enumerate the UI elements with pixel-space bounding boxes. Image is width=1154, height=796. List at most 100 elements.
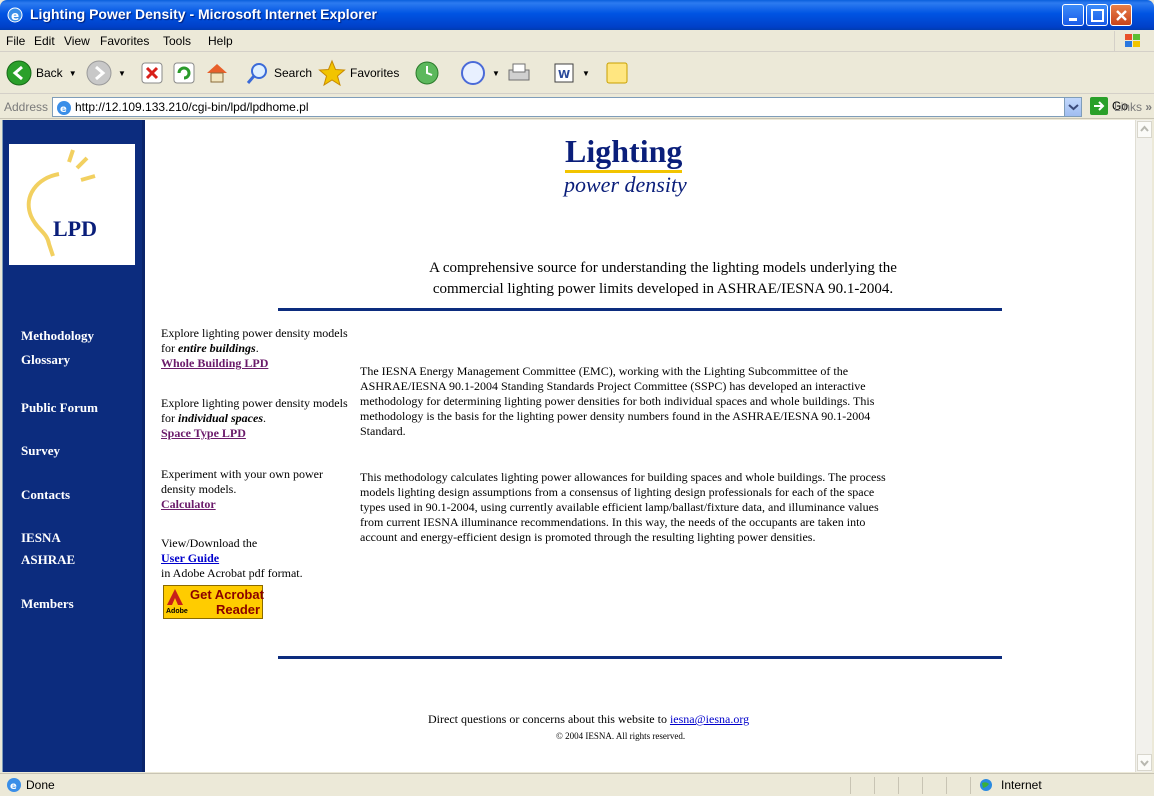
forward-button[interactable]: ▼	[86, 52, 126, 94]
svg-text:W: W	[558, 68, 570, 81]
acrobat-line-1: Get Acrobat	[190, 587, 264, 602]
close-button[interactable]	[1110, 4, 1132, 26]
home-icon	[207, 64, 227, 83]
brand-subtitle: power density	[564, 172, 687, 197]
divider-top	[278, 308, 1002, 311]
toolbar: Back ▼ ▼ Search Favorites ▼ W ▼	[0, 52, 1154, 94]
space-type-suffix: .	[263, 411, 267, 425]
calculator-block: Experiment with your own power density m…	[161, 467, 357, 512]
nav-ashrae[interactable]: ASHRAE	[21, 552, 75, 568]
nav-members[interactable]: Members	[21, 596, 74, 612]
print-button[interactable]	[506, 52, 532, 94]
scroll-down-button[interactable]	[1137, 754, 1152, 771]
scroll-up-button[interactable]	[1137, 121, 1152, 138]
stop-icon	[141, 62, 163, 84]
space-type-block: Explore lighting power density models fo…	[161, 396, 357, 441]
chevron-right-icon: »	[1145, 100, 1153, 114]
stop-button[interactable]	[140, 52, 164, 94]
method-paragraph: This methodology calculates lighting pow…	[360, 470, 886, 544]
history-button[interactable]	[414, 52, 440, 94]
svg-text:e: e	[10, 781, 17, 792]
whole-building-emph: entire buildings	[178, 341, 256, 355]
contact-email-link[interactable]: iesna@iesna.org	[670, 712, 749, 726]
back-label: Back	[36, 66, 63, 80]
calculator-text: Experiment with your own power density m…	[161, 467, 323, 496]
favorites-button[interactable]: Favorites	[318, 52, 399, 94]
left-sidebar: LPD Methodology Glossary Public Forum Su…	[3, 120, 145, 772]
copyright: © 2004 IESNA. All rights reserved.	[556, 731, 686, 741]
adobe-icon	[167, 589, 183, 605]
contact-text: Direct questions or concerns about this …	[428, 712, 670, 726]
user-guide-link[interactable]: User Guide	[161, 551, 219, 565]
minimize-button[interactable]	[1062, 4, 1084, 26]
chevron-down-icon[interactable]: ▼	[69, 69, 77, 78]
whole-building-block: Explore lighting power density models fo…	[161, 326, 357, 371]
calculator-link[interactable]: Calculator	[161, 497, 216, 511]
windows-flag-icon	[1114, 31, 1150, 51]
nav-contacts[interactable]: Contacts	[21, 487, 70, 503]
contact-line: Direct questions or concerns about this …	[428, 712, 749, 727]
space-type-link[interactable]: Space Type LPD	[161, 426, 246, 440]
chevron-down-icon[interactable]: ▼	[582, 69, 590, 78]
maximize-button[interactable]	[1086, 4, 1108, 26]
address-dropdown[interactable]	[1064, 98, 1081, 116]
menu-file[interactable]: File	[6, 34, 25, 48]
address-input[interactable]: e http://12.109.133.210/cgi-bin/lpd/lpdh…	[52, 97, 1082, 117]
svg-text:e: e	[60, 104, 67, 115]
divider-bottom	[278, 656, 1002, 659]
whole-building-link[interactable]: Whole Building LPD	[161, 356, 268, 370]
address-label: Address	[4, 100, 49, 114]
printer-icon	[508, 63, 530, 81]
star-icon	[318, 59, 346, 87]
menu-edit[interactable]: Edit	[34, 34, 55, 48]
chevron-down-icon[interactable]: ▼	[492, 69, 500, 78]
intro-paragraph: The IESNA Energy Management Committee (E…	[360, 364, 875, 438]
lightbulb-logo-icon: LPD	[26, 149, 97, 257]
zone-cell: Internet	[970, 777, 1140, 794]
refresh-button[interactable]	[172, 52, 196, 94]
status-bar: e Done Internet	[0, 773, 1154, 796]
status-cell	[922, 777, 946, 794]
space-type-emph: individual spaces	[178, 411, 264, 425]
word-icon: W	[554, 63, 574, 83]
menu-view[interactable]: View	[64, 34, 90, 48]
globe-icon	[980, 779, 992, 791]
lpd-logo: LPD	[9, 144, 135, 265]
menu-help[interactable]: Help	[208, 34, 233, 48]
back-button[interactable]: Back ▼	[6, 52, 77, 94]
refresh-icon	[173, 62, 195, 84]
vertical-scrollbar[interactable]	[1135, 120, 1152, 772]
page-done-icon: e	[7, 778, 21, 792]
links-button[interactable]: Links »	[1114, 100, 1152, 114]
menu-bar: File Edit View Favorites Tools Help	[0, 30, 1154, 52]
nav-glossary[interactable]: Glossary	[21, 352, 70, 368]
nav-survey[interactable]: Survey	[21, 443, 60, 459]
nav-iesna[interactable]: IESNA	[21, 530, 61, 546]
get-acrobat-button[interactable]: Get Acrobat Reader Adobe	[163, 585, 264, 619]
status-cell	[946, 777, 970, 794]
chevron-up-icon	[1140, 125, 1149, 132]
mail-button[interactable]: ▼	[460, 52, 500, 94]
search-button[interactable]: Search	[244, 52, 312, 94]
home-button[interactable]	[204, 52, 230, 94]
forward-arrow-icon	[86, 60, 112, 86]
acrobat-line-2: Reader	[216, 602, 261, 617]
search-label: Search	[274, 66, 313, 80]
whole-building-suffix: .	[255, 341, 259, 355]
edit-button[interactable]: W ▼	[552, 52, 590, 94]
tagline-line-1: A comprehensive source for understanding…	[429, 260, 897, 276]
zone-text: Internet	[1001, 778, 1042, 792]
nav-public-forum[interactable]: Public Forum	[21, 400, 98, 416]
acrobat-brand: Adobe	[166, 608, 188, 615]
user-guide-after: in Adobe Acrobat pdf format.	[161, 566, 303, 580]
status-text: Done	[26, 778, 55, 792]
title-bar[interactable]: e Lighting Power Density - Microsoft Int…	[0, 0, 1154, 30]
favorites-label: Favorites	[350, 66, 400, 80]
chevron-down-icon	[1068, 104, 1079, 111]
history-icon	[415, 61, 439, 85]
menu-favorites[interactable]: Favorites	[100, 34, 149, 48]
discuss-button[interactable]	[604, 52, 630, 94]
chevron-down-icon[interactable]: ▼	[118, 69, 126, 78]
menu-tools[interactable]: Tools	[163, 34, 191, 48]
nav-methodology[interactable]: Methodology	[21, 328, 94, 344]
